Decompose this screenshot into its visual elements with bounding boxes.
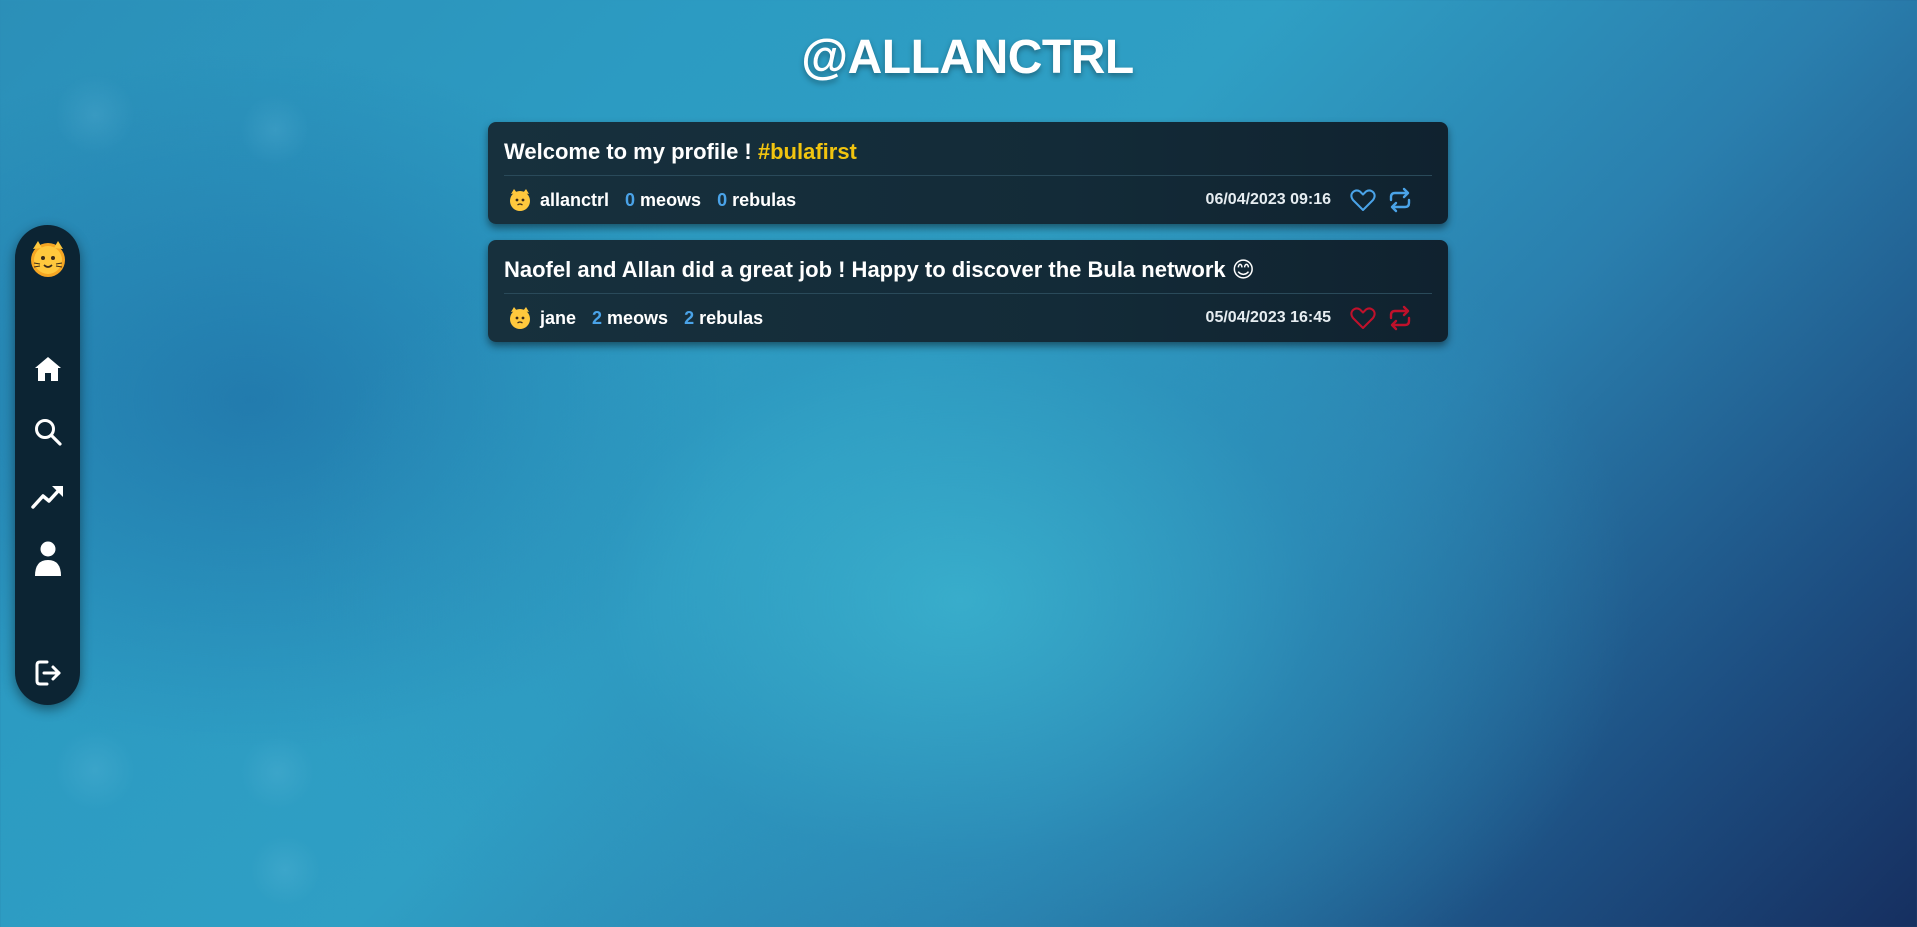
post-author[interactable]: allanctrl	[540, 190, 609, 211]
meows-count: 0	[625, 189, 636, 210]
background-bokeh	[55, 730, 135, 810]
post-meta: allanctrl 0 meows 0 rebulas 06/04/2023 0…	[504, 176, 1432, 224]
rebulas-label: rebulas	[732, 189, 797, 210]
sidebar	[15, 225, 80, 705]
home-icon	[34, 357, 61, 381]
search-icon	[34, 419, 62, 446]
sidebar-item-home[interactable]	[15, 347, 80, 391]
sidebar-item-trending[interactable]	[15, 474, 80, 518]
post-card: Welcome to my profile ! #bulafirst allan…	[488, 122, 1448, 224]
post-hashtag[interactable]: #bulafirst	[758, 139, 857, 164]
rebula-repost-icon[interactable]	[1386, 304, 1414, 332]
post-body: Welcome to my profile !	[504, 139, 758, 164]
post-card: Naofel and Allan did a great job ! Happy…	[488, 240, 1448, 342]
sidebar-item-search[interactable]	[15, 410, 80, 454]
trending-up-icon	[30, 486, 63, 509]
meows-label: meows	[640, 189, 702, 210]
background-bokeh	[55, 75, 135, 155]
post-author[interactable]: jane	[540, 308, 576, 329]
sidebar-item-profile[interactable]	[15, 537, 80, 581]
post-feed: Welcome to my profile ! #bulafirst allan…	[488, 122, 1448, 358]
like-heart-icon[interactable]	[1349, 304, 1377, 332]
meows-count: 2	[592, 307, 603, 328]
post-text: Welcome to my profile ! #bulafirst	[504, 138, 1432, 168]
user-icon	[34, 541, 61, 576]
logout-icon	[35, 660, 60, 686]
rebulas-count: 2	[684, 307, 695, 328]
post-date: 05/04/2023 16:45	[1205, 309, 1331, 326]
post-body: Naofel and Allan did a great job ! Happy…	[504, 257, 1232, 282]
post-date: 06/04/2023 09:16	[1205, 191, 1331, 208]
background-bokeh	[240, 95, 310, 165]
post-text: Naofel and Allan did a great job ! Happy…	[504, 256, 1432, 286]
cat-face-icon[interactable]	[28, 239, 68, 279]
avatar[interactable]	[508, 306, 532, 330]
rebulas-label: rebulas	[699, 307, 764, 328]
post-meta: jane 2 meows 2 rebulas 05/04/2023 16:45	[504, 294, 1432, 342]
background-bokeh	[240, 735, 315, 810]
smile-emoji-icon: 😊	[1231, 257, 1255, 282]
like-heart-icon[interactable]	[1349, 186, 1377, 214]
rebulas-count: 0	[717, 189, 728, 210]
background-bokeh	[250, 835, 320, 905]
rebula-repost-icon[interactable]	[1386, 186, 1414, 214]
avatar[interactable]	[508, 188, 532, 212]
meows-label: meows	[607, 307, 669, 328]
page-title: @ALLANCTRL	[801, 31, 1134, 84]
sidebar-item-logout[interactable]	[15, 651, 80, 695]
